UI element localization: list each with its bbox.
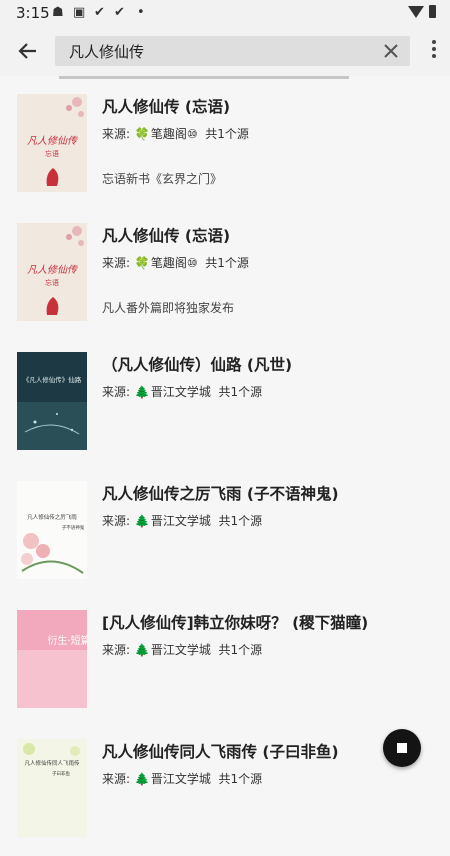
cover-title: 凡人修仙传同人飞雨传 bbox=[24, 759, 80, 767]
clear-button[interactable] bbox=[380, 40, 402, 62]
book-source: 来源: 🍀笔趣阁⑩ 共1个源 bbox=[102, 127, 249, 141]
book-cover: 凡人修仙传 忘语 bbox=[17, 223, 87, 321]
close-icon bbox=[384, 44, 398, 58]
book-source: 来源: 🌲晋江文学城 共1个源 bbox=[102, 514, 263, 528]
cover-title: 《凡人修仙传》仙路 bbox=[23, 375, 82, 384]
battery-icon bbox=[429, 5, 436, 18]
cover-title: 衍生·短篇 bbox=[47, 634, 87, 647]
book-cover: 《凡人修仙传》仙路 bbox=[17, 352, 87, 450]
wifi-icon bbox=[408, 6, 424, 18]
clover-icon: 🍀 bbox=[134, 127, 150, 141]
book-title: 凡人修仙传 (忘语) bbox=[102, 227, 231, 245]
book-cover: 凡人修仙传同人飞雨传 子曰非鱼 bbox=[17, 739, 87, 837]
book-intro: 凡人番外篇即将独家发布 bbox=[102, 301, 235, 315]
arrow-left-icon bbox=[18, 43, 36, 59]
cover-title: 凡人修仙传 bbox=[27, 135, 78, 147]
cover-author: 忘语 bbox=[45, 278, 59, 287]
book-title: 凡人修仙传同人飞雨传 (子曰非鱼) bbox=[102, 743, 339, 761]
book-source: 来源: 🌲晋江文学城 共1个源 bbox=[102, 385, 263, 399]
book-title: 凡人修仙传之厉飞雨 (子不语神鬼) bbox=[102, 485, 339, 503]
status-time: 3:15 bbox=[16, 4, 50, 22]
book-source: 来源: 🍀笔趣阁⑩ 共1个源 bbox=[102, 256, 249, 270]
cover-author: 忘语 bbox=[45, 149, 59, 158]
stop-search-button[interactable] bbox=[383, 729, 421, 767]
more-options-button[interactable] bbox=[430, 40, 438, 62]
clover-icon: 🍀 bbox=[134, 256, 150, 270]
tree-icon: 🌲 bbox=[134, 385, 150, 399]
book-source: 来源: 🌲晋江文学城 共1个源 bbox=[102, 772, 263, 786]
book-cover: 凡人修仙传之厉飞雨 子不语神鬼 bbox=[17, 481, 87, 579]
list-item[interactable]: 衍生·短篇 [凡人修仙传]韩立你妹呀？ (稷下猫瞳) 来源: 🌲晋江文学城 共1… bbox=[0, 598, 450, 727]
list-item[interactable]: 《凡人修仙传》仙路 （凡人修仙传）仙路 (凡世) 来源: 🌲晋江文学城 共1个源 bbox=[0, 340, 450, 469]
list-item[interactable]: 凡人修仙传 忘语 凡人修仙传 (忘语) 来源: 🍀笔趣阁⑩ 共1个源 凡人番外篇… bbox=[0, 211, 450, 340]
search-toolbar bbox=[0, 26, 450, 76]
a-badge-icon: ▣ bbox=[73, 5, 86, 20]
list-item[interactable]: 凡人修仙传 忘语 凡人修仙传 (忘语) 来源: 🍀笔趣阁⑩ 共1个源 忘语新书《… bbox=[0, 82, 450, 211]
check-icon: ✔ bbox=[94, 5, 105, 20]
cover-title: 凡人修仙传 bbox=[27, 264, 78, 276]
tree-icon: 🌲 bbox=[134, 772, 150, 786]
book-title: [凡人修仙传]韩立你妹呀？ (稷下猫瞳) bbox=[102, 614, 369, 632]
search-box bbox=[55, 36, 410, 66]
book-title: 凡人修仙传 (忘语) bbox=[102, 98, 231, 116]
tree-icon: 🌲 bbox=[134, 643, 150, 657]
notification-icon: ☗ bbox=[52, 5, 64, 20]
search-results-list: 凡人修仙传 忘语 凡人修仙传 (忘语) 来源: 🍀笔趣阁⑩ 共1个源 忘语新书《… bbox=[0, 82, 450, 856]
check-icon: ✔ bbox=[114, 5, 125, 20]
back-button[interactable] bbox=[12, 36, 44, 66]
tree-icon: 🌲 bbox=[134, 514, 150, 528]
book-title: （凡人修仙传）仙路 (凡世) bbox=[102, 356, 293, 374]
loading-progress-bar bbox=[59, 76, 349, 79]
book-intro: 忘语新书《玄界之门》 bbox=[102, 172, 223, 186]
cover-author: 子不语神鬼 bbox=[62, 524, 85, 531]
more-vert-icon bbox=[432, 40, 436, 44]
status-bar: 3:15 ☗ ▣ ✔ ✔ • bbox=[0, 0, 450, 26]
cover-author: 子曰非鱼 bbox=[52, 770, 70, 777]
book-cover: 衍生·短篇 bbox=[17, 610, 87, 708]
book-cover: 凡人修仙传 忘语 bbox=[17, 94, 87, 192]
stop-icon bbox=[397, 743, 407, 753]
cover-title: 凡人修仙传之厉飞雨 bbox=[27, 513, 77, 521]
dot-icon: • bbox=[137, 5, 145, 20]
book-source: 来源: 🌲晋江文学城 共1个源 bbox=[102, 643, 263, 657]
list-item[interactable]: 凡人修仙传之厉飞雨 子不语神鬼 凡人修仙传之厉飞雨 (子不语神鬼) 来源: 🌲晋… bbox=[0, 469, 450, 598]
search-input[interactable] bbox=[69, 40, 369, 62]
